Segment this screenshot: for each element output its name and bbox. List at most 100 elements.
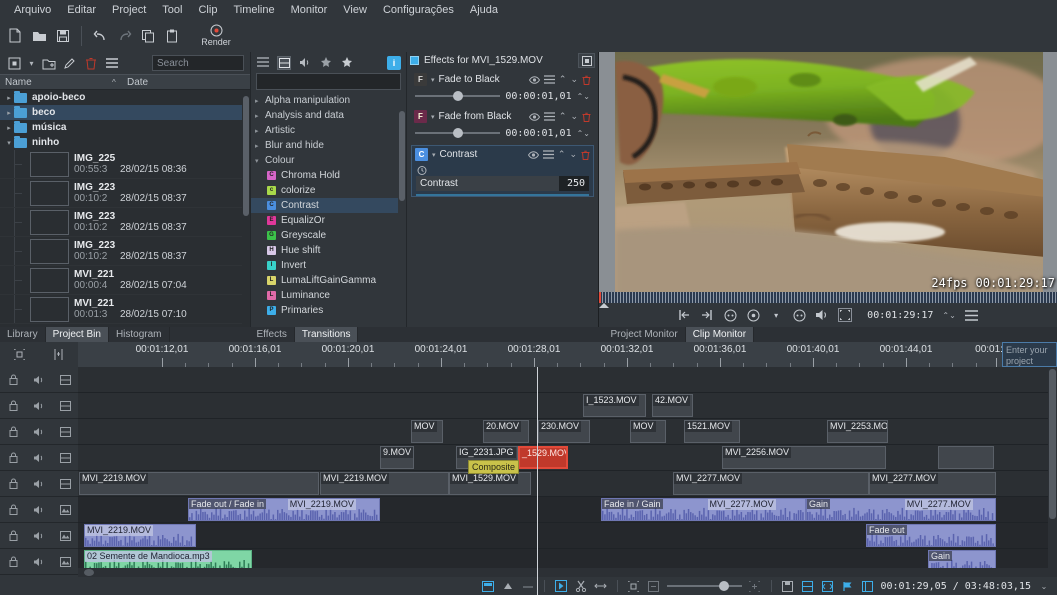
timeline-video-clip[interactable]: 9.MOV	[380, 446, 414, 469]
bin-clip-row[interactable]: IMG_22300:10:228/02/15 08:37	[0, 179, 250, 208]
lock-icon[interactable]	[7, 503, 20, 516]
tab-effects[interactable]: Effects	[250, 327, 295, 342]
chevron-down-icon[interactable]: ▾	[431, 76, 435, 84]
timeline-video-clip[interactable]: 42.MOV	[652, 394, 693, 417]
mute-volume-icon[interactable]	[33, 529, 46, 542]
effect-item-invert[interactable]: IInvert	[251, 258, 406, 273]
monitor-video-area[interactable]: 24fps 00:01:29:17	[599, 52, 1057, 292]
undo-icon[interactable]	[89, 25, 111, 47]
timeline-audio-clip[interactable]: MVI_2219.MOV	[84, 524, 196, 547]
paste-icon[interactable]	[161, 25, 183, 47]
fullscreen-icon[interactable]	[838, 308, 852, 322]
effect-parameter-row[interactable]: Contrast250	[416, 176, 589, 191]
timeline-track-3[interactable]: MOV20.MOV230.MOVMOV1521.MOVMVI_2253.MOV	[78, 419, 1057, 445]
effect-card-fadetoblack[interactable]: F▾Fade to Black⌃⌄00:00:01,01⌃⌄	[411, 71, 594, 106]
effect-category-blurandhide[interactable]: ▸Blur and hide	[251, 138, 406, 153]
eye-visibility-icon[interactable]	[529, 76, 540, 84]
status-chevron-down-icon[interactable]: ⌄	[1037, 580, 1051, 593]
effect-item-primaries[interactable]: PPrimaries	[251, 303, 406, 318]
menu-item-tool[interactable]: Tool	[154, 2, 190, 18]
menu-item-ajuda[interactable]: Ajuda	[462, 2, 506, 18]
stopwatch-keyframe-icon[interactable]	[417, 165, 427, 175]
effect-card-contrast[interactable]: C▾Contrast⌃⌄Contrast250	[411, 145, 594, 197]
effect-item-hueshift[interactable]: HHue shift	[251, 243, 406, 258]
marker-flag-icon[interactable]	[841, 580, 855, 593]
bin-menu-icon[interactable]	[103, 55, 120, 72]
mix-clips-icon[interactable]	[821, 580, 835, 593]
track-header-2[interactable]	[0, 393, 78, 419]
fit-zoom-icon[interactable]	[627, 580, 641, 593]
tab-clipmonitor[interactable]: Clip Monitor	[686, 327, 754, 342]
video-track-icon[interactable]	[59, 425, 72, 438]
chevron-down-icon[interactable]: ▾	[27, 55, 36, 72]
tab-transitions[interactable]: Transitions	[295, 327, 359, 342]
add-folder-icon[interactable]	[40, 55, 57, 72]
spinner-icon[interactable]: ⌃⌄	[577, 92, 590, 101]
bin-clip-row[interactable]: MVI_22100:00:428/02/15 07:04	[0, 266, 250, 295]
track-header-4[interactable]	[0, 445, 78, 471]
timeline-video-clip[interactable]: MOV	[411, 420, 443, 443]
video-track-icon[interactable]	[59, 477, 72, 490]
track-header-6[interactable]	[0, 497, 78, 523]
bin-vertical-scrollbar[interactable]	[242, 90, 250, 327]
selection-tool-icon[interactable]	[554, 580, 568, 593]
timeline-video-clip[interactable]: MVI_2277.MOV	[869, 472, 996, 495]
menu-item-project[interactable]: Project	[104, 2, 154, 18]
track-header-3[interactable]	[0, 419, 78, 445]
mute-volume-icon[interactable]	[33, 555, 46, 568]
timeline-track-4[interactable]: 9.MOVIG_2231.JPG_1529.MOVMVI_2256.MOV	[78, 445, 1057, 471]
timeline-track-7[interactable]: MVI_2219.MOV Fade out	[78, 523, 1057, 549]
chevron-down-icon[interactable]: ▾	[4, 139, 14, 147]
timeline-video-clip[interactable]: MVI_2219.MOV	[79, 472, 319, 495]
bin-folder-apoiobeco[interactable]: ▸apoio-beco	[0, 90, 250, 105]
move-down-icon[interactable]: ⌄	[570, 111, 578, 122]
effect-item-colorize[interactable]: ccolorize	[251, 183, 406, 198]
chevron-down-icon[interactable]: ▾	[431, 113, 435, 121]
mute-volume-icon[interactable]	[33, 503, 46, 516]
add-guide-icon[interactable]	[501, 580, 515, 593]
audio-track-icon[interactable]	[59, 529, 72, 542]
effect-menu-icon[interactable]	[544, 75, 555, 84]
clip-fade-label[interactable]: Fade out	[867, 525, 907, 535]
lock-icon[interactable]	[7, 555, 20, 568]
add-clip-icon[interactable]	[6, 55, 23, 72]
tab-histogram[interactable]: Histogram	[109, 327, 170, 342]
delete-trash-icon[interactable]	[82, 55, 99, 72]
video-effect-icon[interactable]	[277, 56, 291, 70]
timeline-snap-icon[interactable]	[52, 348, 66, 362]
spinner-icon[interactable]: ⌃⌄	[577, 129, 590, 138]
mute-volume-icon[interactable]	[33, 451, 46, 464]
timeline-tracks[interactable]: I_1523.MOV42.MOVMOV20.MOV230.MOVMOV1521.…	[78, 367, 1057, 595]
timeline-vertical-scrollbar[interactable]	[1048, 367, 1057, 595]
chevron-right-icon[interactable]: ▸	[4, 109, 14, 117]
timeline-video-clip[interactable]: MVI_1529.MOV	[449, 472, 531, 495]
effect-item-chromahold[interactable]: CChroma Hold	[251, 168, 406, 183]
sort-ascending-icon[interactable]: ^	[112, 75, 122, 89]
track-header-1[interactable]	[0, 367, 78, 393]
timeline-video-clip[interactable]: MVI_2219.MOV	[320, 472, 449, 495]
bin-column-date[interactable]: Date	[122, 75, 250, 89]
monitor-menu-icon[interactable]	[965, 308, 979, 322]
eye-visibility-icon[interactable]	[529, 113, 540, 121]
timeline-track-6[interactable]: Fade out / Fade inMVI_2219.MOVFade in / …	[78, 497, 1057, 523]
bin-search-input[interactable]: Search	[152, 55, 244, 71]
monitor-position-timecode[interactable]: 00:01:29:17	[867, 310, 933, 321]
timecode-spinner-icon[interactable]: ⌃⌄	[942, 311, 955, 320]
effect-duration-slider[interactable]	[415, 90, 500, 102]
effect-item-greyscale[interactable]: GGreyscale	[251, 228, 406, 243]
audio-track-icon[interactable]	[59, 555, 72, 568]
move-up-icon[interactable]: ⌃	[559, 74, 567, 85]
edit-pencil-icon[interactable]	[61, 55, 78, 72]
effect-category-colour[interactable]: ▾Colour	[251, 153, 406, 168]
lock-icon[interactable]	[7, 399, 20, 412]
track-header-5[interactable]	[0, 471, 78, 497]
timeline-track-1[interactable]	[78, 367, 1057, 393]
delete-effect-icon[interactable]	[582, 112, 591, 122]
chevron-right-icon[interactable]: ▸	[4, 124, 14, 132]
chevron-down-icon[interactable]: ▾	[255, 157, 265, 165]
forward-icon[interactable]	[792, 308, 806, 322]
info-icon[interactable]: i	[387, 56, 401, 70]
composite-badge[interactable]: Composite	[468, 460, 519, 474]
move-down-icon[interactable]: ⌄	[569, 149, 577, 160]
timeline-audio-clip[interactable]: Fade out	[866, 524, 996, 547]
